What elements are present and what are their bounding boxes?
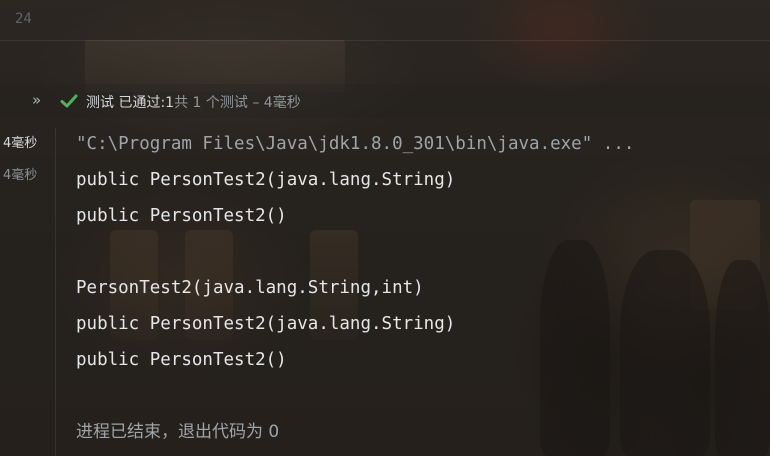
console-line: public PersonTest2() [76, 206, 287, 226]
test-status-text: 测试 已通过:1共 1 个测试 – 4毫秒 [86, 92, 301, 112]
status-summary: 共 1 个测试 – 4毫秒 [174, 95, 301, 111]
status-passed-count: 1 [165, 95, 175, 111]
console-line: PersonTest2(java.lang.String,int) [76, 278, 424, 298]
status-passed-prefix: 已通过: [118, 95, 166, 111]
editor-line-row: 24 [0, 0, 770, 41]
test-duration-item[interactable]: 4毫秒 [3, 164, 37, 183]
test-tree-durations: 4毫秒 4毫秒 [0, 128, 56, 456]
test-duration-item[interactable]: 4毫秒 [3, 132, 37, 151]
console-line-command: "C:\Program Files\Java\jdk1.8.0_301\bin\… [76, 134, 635, 154]
console-line: public PersonTest2() [76, 350, 287, 370]
console-line: public PersonTest2(java.lang.String) [76, 314, 456, 334]
expand-chevron-icon[interactable]: » [32, 91, 41, 109]
console-output: "C:\Program Files\Java\jdk1.8.0_301\bin\… [76, 130, 766, 454]
console-exit-message: 进程已结束，退出代码为 0 [76, 422, 280, 442]
line-number: 24 [15, 11, 32, 27]
console-line: public PersonTest2(java.lang.String) [76, 170, 456, 190]
status-label: 测试 [86, 95, 114, 111]
test-status-bar: » 测试 已通过:1共 1 个测试 – 4毫秒 [0, 84, 770, 118]
passed-check-icon [60, 94, 78, 108]
